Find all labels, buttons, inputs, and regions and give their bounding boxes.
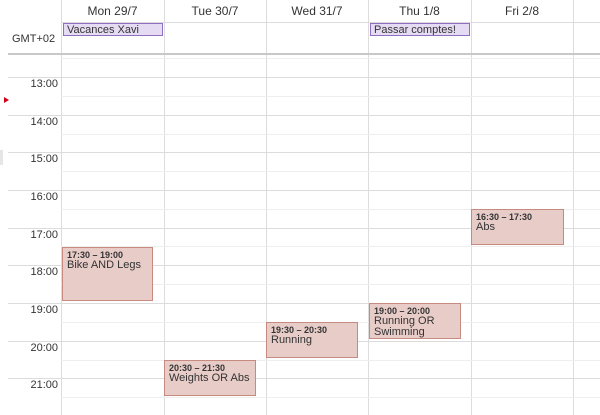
time-label: 13:00: [30, 78, 58, 90]
scroll-handle[interactable]: [0, 150, 3, 165]
day-header-fri[interactable]: Fri 2/8: [471, 0, 573, 22]
event-weights-or-abs[interactable]: 20:30 – 21:30 Weights OR Abs: [164, 360, 256, 396]
time-label: 19:00: [30, 304, 58, 316]
event-title: Bike AND Legs: [67, 259, 141, 271]
day-header-wed[interactable]: Wed 31/7: [266, 0, 368, 22]
time-label: 15:00: [30, 153, 58, 165]
day-header-tue[interactable]: Tue 30/7: [164, 0, 266, 22]
day-header-mon[interactable]: Mon 29/7: [61, 0, 164, 22]
time-label: 17:00: [30, 229, 58, 241]
allday-event-vacances[interactable]: Vacances Xavi: [63, 23, 163, 36]
allday-event-title: Passar comptes!: [374, 24, 456, 36]
event-bike-and-legs[interactable]: 17:30 – 19:00 Bike AND Legs: [62, 247, 153, 301]
event-title: Running OR Swimming: [374, 315, 435, 338]
day-header-thu[interactable]: Thu 1/8: [368, 0, 471, 22]
time-label: 14:00: [30, 116, 58, 128]
event-abs[interactable]: 16:30 – 17:30 Abs: [471, 209, 564, 245]
time-label: 18:00: [30, 266, 58, 278]
time-label: 21:00: [30, 379, 58, 391]
allday-event-title: Vacances Xavi: [67, 24, 139, 36]
current-time-marker-icon: [4, 97, 9, 103]
time-label: 16:00: [30, 191, 58, 203]
event-running-or-swimming[interactable]: 19:00 – 20:00 Running OR Swimming: [369, 303, 461, 339]
event-title: Running: [271, 334, 312, 346]
continues-left-icon: [63, 24, 64, 36]
event-running[interactable]: 19:30 – 20:30 Running: [266, 322, 358, 358]
allday-event-passar-comptes[interactable]: Passar comptes!: [370, 23, 470, 36]
event-title: Weights OR Abs: [169, 372, 250, 384]
time-label: 20:00: [30, 342, 58, 354]
timezone-label: GMT+02: [12, 33, 56, 45]
event-title: Abs: [476, 221, 495, 233]
